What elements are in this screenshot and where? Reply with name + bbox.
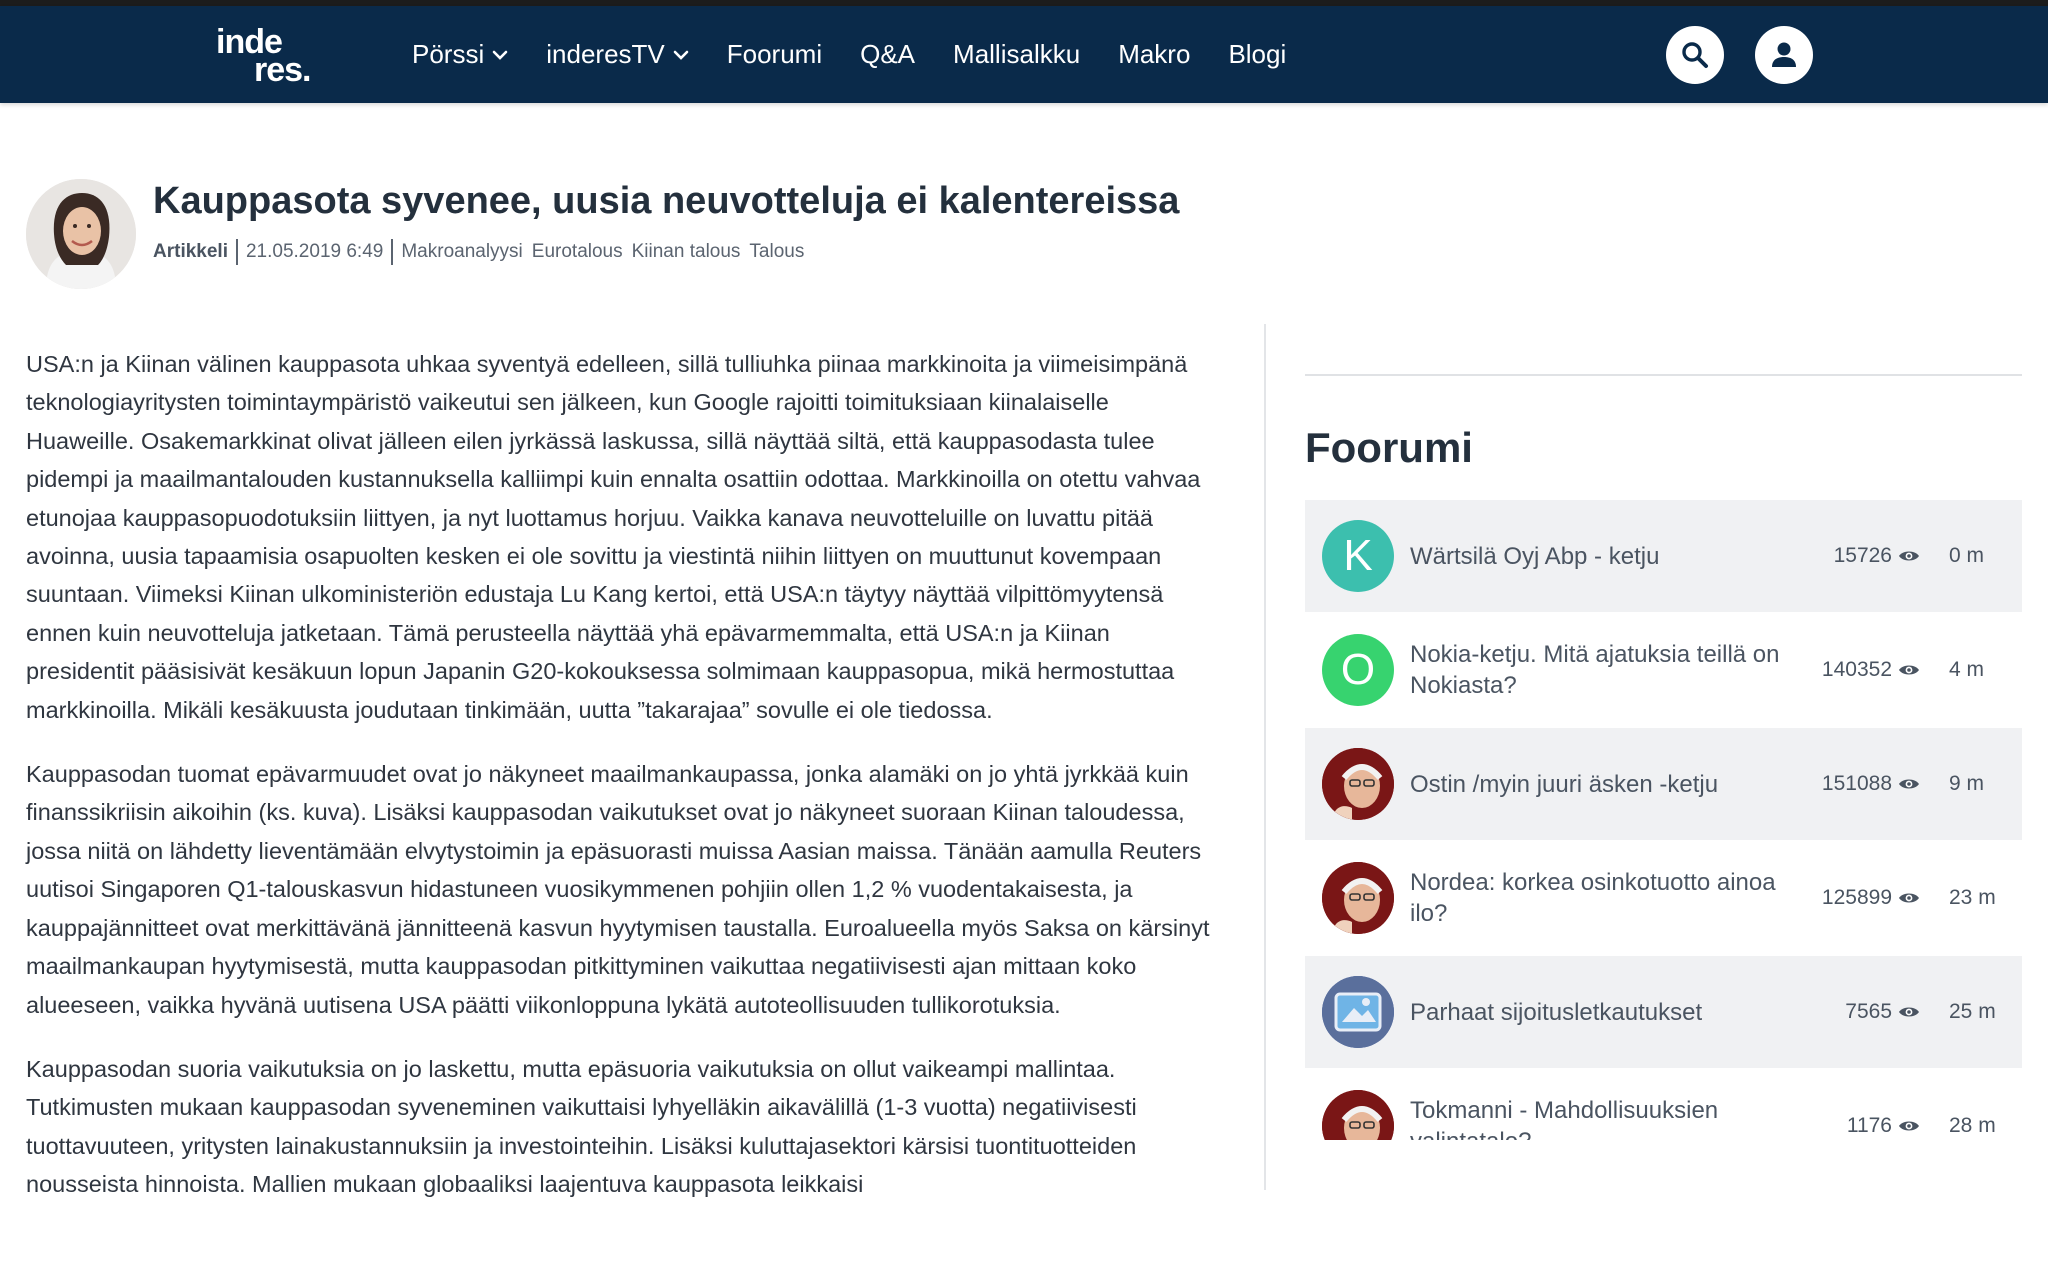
chevron-down-icon — [673, 50, 689, 60]
nav-item-porssi[interactable]: Pörssi — [412, 39, 508, 70]
forum-section-title: Foorumi — [1305, 424, 1473, 471]
thread-avatar — [1322, 1090, 1394, 1140]
thread-last-activity: 0 m — [1949, 544, 1985, 567]
thread-avatar: O — [1322, 634, 1394, 706]
forum-thread[interactable]: Nordea: korkea osinkotuotto ainoa ilo? 1… — [1305, 842, 2022, 954]
thread-views: 1176 — [1810, 1070, 1920, 1140]
thread-title[interactable]: Tokmanni - Mahdollisuuksien valintatalo? — [1410, 1070, 1810, 1140]
nav-item-inderestv[interactable]: inderesTV — [546, 39, 689, 70]
thread-title[interactable]: Wärtsilä Oyj Abp - ketju — [1410, 500, 1810, 612]
nav-item-label: Makro — [1118, 39, 1191, 69]
article-tag[interactable]: Eurotalous — [532, 241, 623, 263]
eye-icon — [1899, 893, 1919, 903]
user-account-button[interactable] — [1755, 26, 1813, 84]
user-portrait-avatar — [1322, 1090, 1394, 1140]
thread-title[interactable]: Nokia-ketju. Mitä ajatuksia teillä on No… — [1410, 614, 1810, 726]
nav-item-blogi[interactable]: Blogi — [1228, 39, 1286, 70]
author-portrait — [26, 179, 136, 289]
article-type: Artikkeli — [153, 241, 228, 262]
inderes-logo[interactable]: inde res. — [216, 25, 316, 88]
forum-thread[interactable]: O Nokia-ketju. Mitä ajatuksia teillä on … — [1305, 614, 2022, 726]
thread-avatar — [1322, 748, 1394, 820]
article-date: 21.05.2019 6:49 — [245, 241, 384, 262]
thread-avatar — [1322, 976, 1394, 1048]
article-paragraph: Kauppasodan suoria vaikutuksia on jo las… — [26, 1055, 1137, 1198]
view-count: 140352 — [1821, 658, 1892, 681]
top-navigation: inde res. Pörssi inderesTV Foorumi Q&A M… — [0, 6, 2048, 103]
thread-last-activity: 28 m — [1949, 1114, 1996, 1137]
view-count: 1176 — [1846, 1114, 1892, 1137]
nav-item-label: Mallisalkku — [953, 39, 1081, 69]
avatar-letter: O — [1340, 645, 1376, 694]
nav-item-foorumi[interactable]: Foorumi — [727, 39, 822, 70]
forum-thread[interactable]: Parhaat sijoitusletkautukset 7565 25 m — [1305, 956, 2022, 1068]
nav-item-mallisalkku[interactable]: Mallisalkku — [953, 39, 1080, 70]
article-tag[interactable]: Talous — [749, 241, 804, 263]
user-portrait-avatar — [1322, 862, 1394, 934]
article-title: Kauppasota syvenee, uusia neuvotteluja e… — [153, 180, 1180, 222]
chevron-down-icon — [492, 50, 508, 60]
nav-item-label: Foorumi — [726, 39, 823, 69]
search-icon — [1682, 42, 1708, 68]
meta-separator — [235, 239, 238, 265]
thread-last-activity: 23 m — [1949, 886, 1996, 909]
thread-title[interactable]: Nordea: korkea osinkotuotto ainoa ilo? — [1410, 842, 1810, 954]
user-portrait-avatar — [1322, 748, 1394, 820]
eye-icon — [1899, 1007, 1919, 1017]
nav-item-label: Q&A — [860, 39, 916, 69]
thread-last-activity: 9 m — [1949, 772, 1985, 795]
eye-icon — [1899, 551, 1919, 561]
forum-thread[interactable]: Tokmanni - Mahdollisuuksien valintatalo?… — [1305, 1070, 2022, 1140]
eye-icon — [1899, 1121, 1919, 1131]
column-divider — [1264, 324, 1266, 1190]
picture-avatar — [1322, 976, 1394, 1048]
avatar-letter: K — [1343, 531, 1373, 580]
article-tag[interactable]: Kiinan talous — [632, 241, 741, 263]
thread-last-activity: 25 m — [1949, 1000, 1996, 1023]
article-meta: Artikkeli 21.05.2019 6:49 Makroanalyysi … — [153, 239, 813, 265]
meta-separator — [391, 239, 394, 265]
nav-item-qa[interactable]: Q&A — [860, 39, 915, 70]
view-count: 125899 — [1821, 886, 1892, 909]
thread-views: 7565 — [1810, 956, 1920, 1068]
thread-avatar: K — [1322, 520, 1394, 592]
view-count: 151088 — [1821, 772, 1892, 795]
forum-thread[interactable]: K Wärtsilä Oyj Abp - ketju 15726 0 m — [1305, 500, 2022, 612]
nav-item-label: Blogi — [1228, 39, 1287, 69]
author-avatar — [26, 179, 136, 289]
view-count: 7565 — [1845, 1000, 1892, 1023]
thread-views: 151088 — [1810, 728, 1920, 840]
thread-views: 15726 — [1810, 500, 1920, 612]
thread-views: 140352 — [1810, 614, 1920, 726]
article-paragraph: Kauppasodan tuomat epävarmuudet ovat jo … — [26, 761, 1210, 1018]
search-button[interactable] — [1666, 26, 1724, 84]
thread-last-activity: 4 m — [1949, 658, 1985, 681]
thread-views: 125899 — [1810, 842, 1920, 954]
eye-icon — [1899, 779, 1919, 789]
thread-title[interactable]: Parhaat sijoitusletkautukset — [1410, 956, 1810, 1068]
thread-title[interactable]: Ostin /myin juuri äsken -ketju — [1410, 728, 1810, 840]
user-icon — [1772, 42, 1796, 67]
article-paragraph: USA:n ja Kiinan välinen kauppasota uhkaa… — [26, 351, 1201, 723]
article-tag[interactable]: Makroanalyysi — [401, 241, 522, 263]
sidebar-divider — [1305, 374, 2022, 376]
nav-item-label: Pörssi — [412, 39, 485, 69]
eye-icon — [1899, 665, 1919, 675]
article-body: USA:n ja Kiinan välinen kauppasota uhkaa… — [26, 345, 1216, 1230]
nav-item-makro[interactable]: Makro — [1118, 39, 1190, 70]
thread-avatar — [1322, 862, 1394, 934]
nav-item-label: inderesTV — [546, 39, 665, 69]
forum-thread[interactable]: Ostin /myin juuri äsken -ketju 151088 9 … — [1305, 728, 2022, 840]
view-count: 15726 — [1833, 544, 1892, 567]
nav-links: Pörssi inderesTV Foorumi Q&A Mallisalkku… — [412, 6, 1324, 103]
forum-thread-list: K Wärtsilä Oyj Abp - ketju 15726 0 m O N… — [1305, 500, 2022, 1140]
